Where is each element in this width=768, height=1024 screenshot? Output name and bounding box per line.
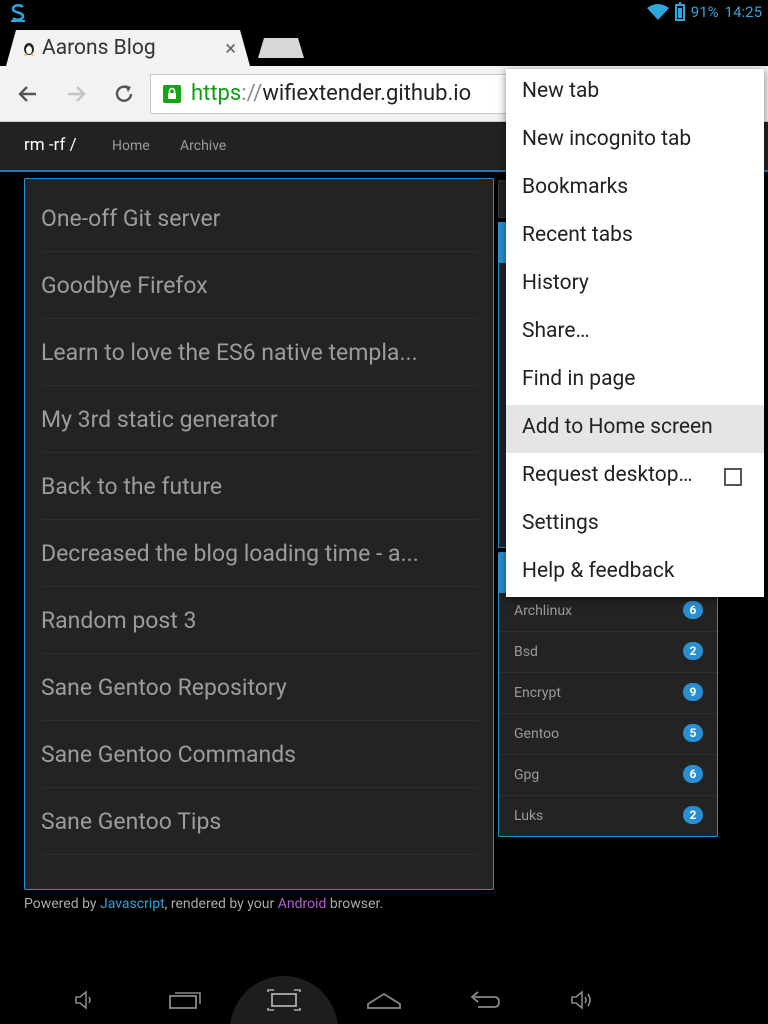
menu-item-new-incognito-tab[interactable]: New incognito tab xyxy=(506,117,764,165)
tag-item[interactable]: Luks 2 xyxy=(499,796,717,837)
tag-item[interactable]: Gpg 6 xyxy=(499,755,717,796)
tag-item[interactable]: Archlinux 6 xyxy=(499,591,717,632)
menu-item-find-in-page[interactable]: Find in page xyxy=(506,357,764,405)
battery-icon xyxy=(674,1,685,21)
post-link[interactable]: Random post 3 xyxy=(41,587,479,654)
request-desktop-checkbox[interactable] xyxy=(724,468,742,486)
tag-item[interactable]: Encrypt 9 xyxy=(499,673,717,714)
new-tab-button[interactable] xyxy=(258,38,304,58)
post-link[interactable]: One-off Git server xyxy=(41,185,479,252)
tag-name: Bsd xyxy=(514,644,538,660)
tag-name: Luks xyxy=(514,808,544,824)
tag-name: Gpg xyxy=(514,767,540,783)
tag-item[interactable]: Gentoo 5 xyxy=(499,714,717,755)
tab-strip: Aarons Blog × xyxy=(0,26,768,66)
volume-down-icon[interactable] xyxy=(66,988,102,1012)
tag-count-badge: 9 xyxy=(683,683,703,701)
wifi-icon xyxy=(646,4,669,20)
post-link[interactable]: Sane Gentoo Tips xyxy=(41,788,479,855)
recent-apps-icon[interactable] xyxy=(166,988,202,1012)
post-link[interactable]: Learn to love the ES6 native templa... xyxy=(41,319,479,386)
screenshot-icon[interactable] xyxy=(266,988,302,1012)
menu-item-add-to-home-screen[interactable]: Add to Home screen xyxy=(506,405,764,453)
post-link[interactable]: Sane Gentoo Repository xyxy=(41,654,479,721)
menu-item-new-tab[interactable]: New tab xyxy=(506,69,764,117)
post-link[interactable]: My 3rd static generator xyxy=(41,386,479,453)
reload-icon[interactable] xyxy=(110,80,138,108)
back-arrow-icon[interactable] xyxy=(14,80,42,108)
nav-link-archive[interactable]: Archive xyxy=(180,138,226,154)
tag-name: Gentoo xyxy=(514,726,560,742)
post-link[interactable]: Back to the future xyxy=(41,453,479,520)
back-icon[interactable] xyxy=(466,988,502,1012)
battery-percent: 91% xyxy=(690,3,719,21)
tag-item[interactable]: Bsd 2 xyxy=(499,632,717,673)
tab-close-icon[interactable]: × xyxy=(225,36,236,60)
clock: 14:25 xyxy=(724,3,762,21)
menu-item-help-feedback[interactable]: Help & feedback xyxy=(506,549,764,597)
menu-item-recent-tabs[interactable]: Recent tabs xyxy=(506,213,764,261)
menu-item-history[interactable]: History xyxy=(506,261,764,309)
forward-arrow-icon[interactable] xyxy=(62,80,90,108)
posts-list: One-off Git server Goodbye Firefox Learn… xyxy=(24,178,494,890)
javascript-link[interactable]: Javascript xyxy=(100,896,165,912)
site-brand[interactable]: rm -rf / xyxy=(24,135,77,155)
menu-item-share[interactable]: Share… xyxy=(506,309,764,357)
system-navigation-bar xyxy=(0,976,768,1024)
url-text: https://wifiextender.github.io xyxy=(191,81,472,106)
menu-item-request-desktop[interactable]: Request desktop… xyxy=(506,453,764,501)
tag-count-badge: 2 xyxy=(683,806,703,824)
tag-count-badge: 6 xyxy=(683,765,703,783)
android-link[interactable]: Android xyxy=(278,896,327,912)
menu-item-settings[interactable]: Settings xyxy=(506,501,764,549)
tab-title: Aarons Blog xyxy=(42,36,156,60)
menu-item-bookmarks[interactable]: Bookmarks xyxy=(506,165,764,213)
tag-count-badge: 6 xyxy=(683,601,703,619)
post-link[interactable]: Sane Gentoo Commands xyxy=(41,721,479,788)
volume-up-icon[interactable] xyxy=(566,988,602,1012)
tag-count-badge: 2 xyxy=(683,642,703,660)
post-link[interactable]: Decreased the blog loading time - a... xyxy=(41,520,479,587)
browser-overflow-menu: New tab New incognito tab Bookmarks Rece… xyxy=(506,69,764,597)
page-footer: Powered by Javascript, rendered by your … xyxy=(24,896,384,912)
tux-favicon-icon xyxy=(22,40,36,56)
post-link[interactable]: Goodbye Firefox xyxy=(41,252,479,319)
sync-logo-icon xyxy=(11,4,25,22)
tab-aarons-blog[interactable]: Aarons Blog × xyxy=(6,30,250,66)
nav-link-home[interactable]: Home xyxy=(112,138,150,154)
tag-count-badge: 5 xyxy=(683,724,703,742)
secure-lock-icon xyxy=(163,85,181,103)
home-icon[interactable] xyxy=(366,988,402,1012)
tag-name: Encrypt xyxy=(514,685,561,701)
menu-item-label: Request desktop… xyxy=(522,463,693,487)
tag-name: Archlinux xyxy=(514,603,572,619)
status-bar: 91% 14:25 xyxy=(0,0,768,26)
